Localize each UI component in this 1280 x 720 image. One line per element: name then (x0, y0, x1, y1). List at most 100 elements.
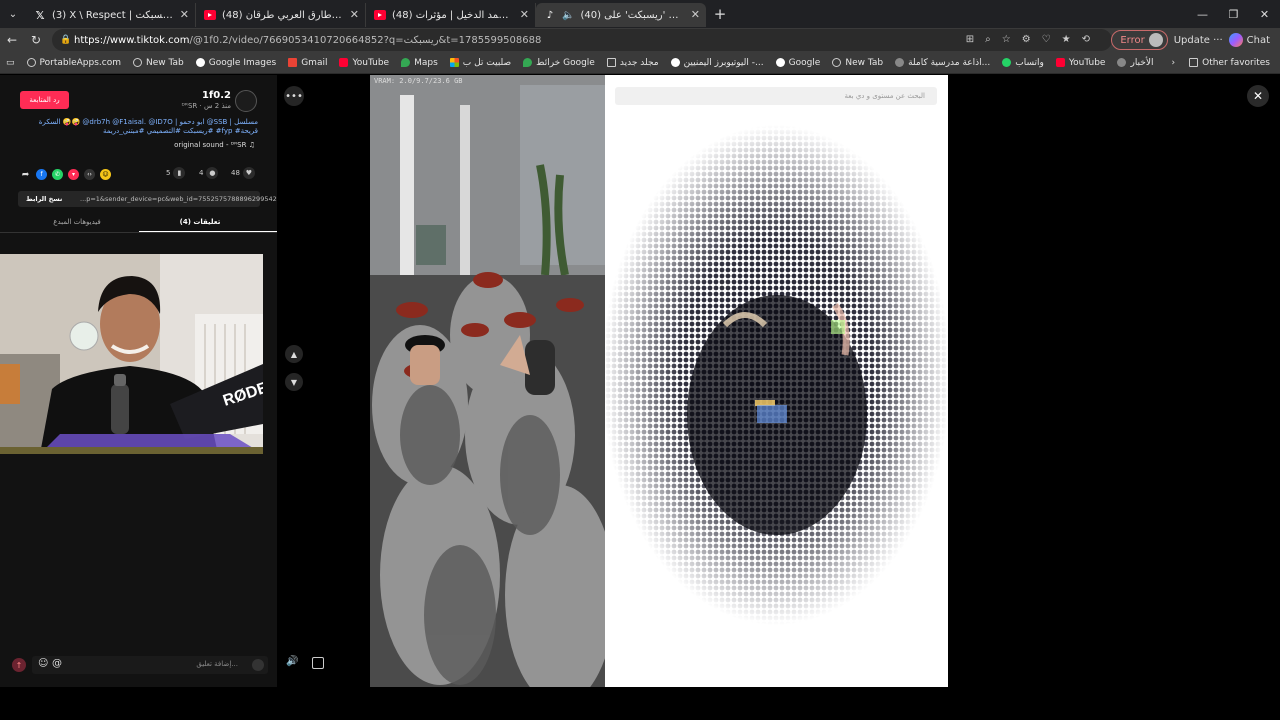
coin-icon[interactable]: ☺ (100, 169, 111, 180)
tab-creator-videos[interactable]: فيديوهات المبدع (8, 218, 146, 226)
tab-strip: ⌄ 𝕏 (3) X \ Respect | ريسبكت (@Resspect)… (0, 0, 1280, 28)
tab-close-icon[interactable]: ✕ (520, 8, 529, 21)
share-arrow-icon[interactable]: ➦ (20, 169, 31, 180)
gmail-icon (288, 58, 298, 67)
copilot-chat-button[interactable]: Chat (1228, 33, 1280, 47)
zoom-icon[interactable]: ⌕ (985, 34, 991, 45)
other-favorites-folder[interactable]: Other favorites (1183, 58, 1276, 68)
tab-close-icon[interactable]: ✕ (350, 8, 359, 21)
bookmark-icon: ▮ (173, 167, 186, 179)
bookmark-new-tab-2[interactable]: New Tab (826, 58, 889, 68)
tiktok-share-icon[interactable]: ▾ (68, 169, 79, 180)
comments-stat[interactable]: 4 ● (199, 167, 219, 179)
bookmark-whatsapp[interactable]: واتساب (996, 58, 1050, 68)
whatsapp-icon (1002, 58, 1012, 67)
video-game-footage[interactable]: VRAM: 2.0/9.7/23.6 GB (370, 75, 605, 687)
mention-icon[interactable]: @ (52, 658, 62, 669)
follow-back-button[interactable]: رد المتابعة (20, 91, 69, 109)
new-tab-button[interactable]: + (706, 5, 734, 23)
bookmark-gmail[interactable]: Gmail (282, 58, 333, 68)
sound-link[interactable]: original sound - ᴰᴿSR ♫ (174, 141, 255, 149)
window-controls: — ❐ ✕ (1187, 0, 1280, 28)
tab-tiktok[interactable]: ♪ 🔈 (40) اعثر على 'ريسبكت' على TikTok ✕ (536, 3, 706, 27)
address-bar-actions: ⊞ ⌕ ☆ ⚙ ♡ ★ ⟲ (966, 34, 1090, 45)
embed-icon[interactable]: ‹› (84, 169, 95, 180)
favorite-star-icon[interactable]: ☆ (1002, 34, 1011, 45)
bookmark-arabic-1[interactable]: صلبيت تل ب (444, 58, 517, 68)
active-tab-indicator (139, 231, 277, 232)
video-description: السكرة 🤪🤪 @drb7h ‎@F1aisal. ‎@ID7O | ابو… (38, 118, 258, 135)
previous-video-button[interactable]: ▲ (285, 345, 303, 363)
picture-in-picture-icon[interactable] (312, 657, 324, 669)
pen-icon[interactable] (252, 659, 264, 671)
extensions-icon[interactable]: ⚙ (1022, 34, 1031, 45)
saves-stat[interactable]: 5 ▮ (166, 167, 186, 179)
send-comment-icon[interactable]: ↑ (12, 658, 26, 672)
close-video-button[interactable]: ✕ (1247, 85, 1269, 107)
tab-comments[interactable]: تعليقات (4) (131, 218, 269, 226)
action-bar: ➦ f ✆ ▾ ‹› ☺ 5 ▮ 4 ● 48 ♥ (18, 167, 260, 183)
update-button[interactable]: Update ··· (1174, 35, 1223, 46)
copy-link-button[interactable]: نسخ الرابط (26, 195, 62, 203)
restore-button[interactable]: ❐ (1218, 0, 1249, 28)
folder-icon (606, 58, 616, 67)
bookmark-google-images[interactable]: Google Images (190, 58, 282, 68)
bookmark-portableapps[interactable]: PortableApps.com (21, 58, 127, 68)
likes-stat[interactable]: 48 ♥ (231, 167, 255, 179)
copy-link-row: نسخ الرابط ...p=1&sender_device=pc&web_i… (18, 191, 277, 207)
favorites-icon[interactable]: ★ (1062, 34, 1071, 45)
tab-respect-x[interactable]: 𝕏 (3) X \ Respect | ريسبكت (@Resspect) ✕ (26, 3, 196, 27)
facebook-icon[interactable]: f (36, 169, 47, 180)
history-icon[interactable]: ⟲ (1082, 34, 1090, 45)
youtube-icon (339, 58, 349, 67)
webcam-image: RØDE (0, 254, 263, 454)
minimize-button[interactable]: — (1187, 0, 1218, 28)
author-name[interactable]: 1f0.2 (202, 90, 231, 101)
whatsapp-icon[interactable]: ✆ (52, 169, 63, 180)
comment-input[interactable]: ☺ @ إضافة تعليق... (32, 656, 268, 674)
emoji-icon[interactable]: ☺ (38, 658, 48, 669)
close-window-button[interactable]: ✕ (1249, 0, 1280, 28)
bookmark-maps[interactable]: Maps (395, 58, 444, 68)
speaker-icon[interactable]: 🔈 (562, 10, 574, 21)
google-icon (670, 58, 680, 67)
bookmark-youtube[interactable]: YouTube (333, 58, 395, 68)
author-avatar[interactable] (235, 90, 257, 112)
bookmark-google-maps[interactable]: خرائط Google (517, 58, 601, 68)
news-icon (1117, 58, 1127, 67)
chevron-right-icon[interactable]: › (1172, 58, 1176, 68)
bookmark-google[interactable]: Google (770, 58, 827, 68)
next-video-button[interactable]: ▼ (285, 373, 303, 391)
volume-icon[interactable]: 🔊 (286, 656, 298, 667)
youtube-icon (374, 10, 386, 20)
tab-youtube-1[interactable]: (48) صقور الارض | طارق العربي طرقان ✕ (196, 3, 366, 27)
lock-icon[interactable]: 🔒 (60, 35, 74, 45)
bookmark-youtube-2[interactable]: YouTube (1050, 58, 1112, 68)
video-link-text: ...p=1&sender_device=pc&web_id=755257578… (80, 195, 277, 203)
bookmark-school-radio[interactable]: اذاعة مدرسية كاملة... (889, 58, 996, 68)
app-available-icon[interactable]: ⊞ (966, 34, 974, 45)
bookmark-news[interactable]: الأخبار (1111, 58, 1159, 68)
bookmark-yemeni-youtubers[interactable]: اليوتيوبرز اليمنيين -... (665, 58, 770, 68)
reload-button[interactable]: ↻ (24, 33, 48, 47)
tab-youtube-2[interactable]: (48) شيلة مشينا | محمد الدخيل | مؤثرات ✕ (366, 3, 536, 27)
video-search-bar: البحث عن مستوى و دي بعة (615, 87, 937, 105)
bookmark-new-tab[interactable]: New Tab (127, 58, 190, 68)
leaf-icon (895, 58, 905, 67)
tab-actions-menu[interactable]: ⌄ (0, 0, 26, 28)
details-panel: رد المتابعة 1f0.2 ᴰᴿSR · منذ 2 س السكرة … (0, 75, 277, 687)
bookmarks-bar: ▭ PortableApps.com New Tab Google Images… (0, 52, 1280, 74)
address-bar[interactable]: 🔒 https://www.tiktok.com/@1f0.2/video/76… (52, 29, 1112, 51)
navigation-bar: ← ↻ 🔒 https://www.tiktok.com/@1f0.2/vide… (0, 28, 1280, 52)
folder-icon (1189, 58, 1199, 67)
video-halftone-frame[interactable]: البحث عن مستوى و دي بعة (605, 75, 948, 687)
more-options-button[interactable]: ••• (284, 86, 304, 106)
tab-close-icon[interactable]: ✕ (691, 8, 700, 21)
bookmarks-sidebar-icon[interactable]: ▭ (0, 58, 21, 68)
globe-icon (26, 58, 36, 67)
browser-essentials-icon[interactable]: ♡ (1042, 34, 1051, 45)
back-button[interactable]: ← (0, 33, 24, 47)
bookmark-new-folder[interactable]: مجلد جديد (601, 58, 665, 68)
tab-close-icon[interactable]: ✕ (180, 8, 189, 21)
profile-error-button[interactable]: Error (1111, 30, 1168, 50)
